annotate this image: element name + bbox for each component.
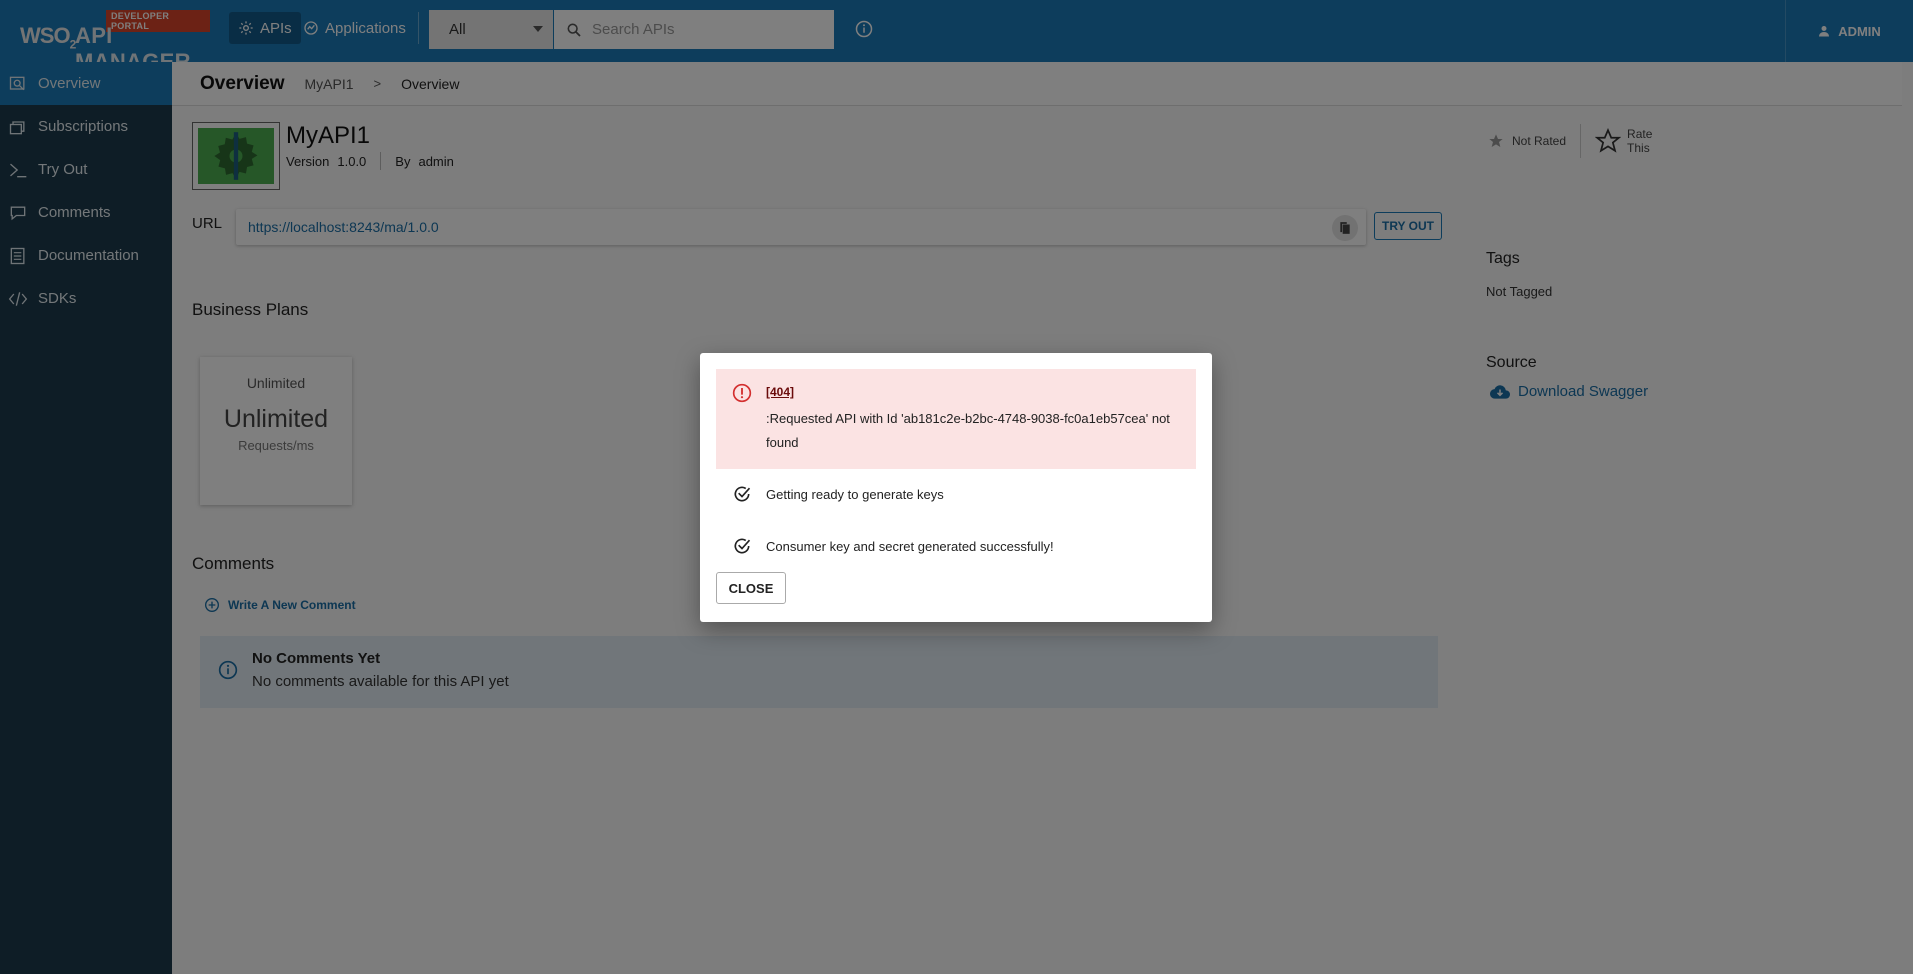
check-circle-icon [734,538,751,554]
error-message: :Requested API with Id 'ab181c2e-b2bc-47… [766,411,1170,450]
close-button[interactable]: CLOSE [716,572,786,604]
error-alert: [404] :Requested API with Id 'ab181c2e-b… [716,369,1196,469]
step-label: Getting ready to generate keys [766,486,944,502]
error-icon [732,383,752,403]
step-item: Getting ready to generate keys [716,479,1196,509]
step-label: Consumer key and secret generated succes… [766,538,1054,554]
error-code: [404] [766,385,795,399]
step-item: Consumer key and secret generated succes… [716,531,1196,561]
key-generation-dialog: [404] :Requested API with Id 'ab181c2e-b… [700,353,1212,622]
check-circle-icon [734,486,751,502]
